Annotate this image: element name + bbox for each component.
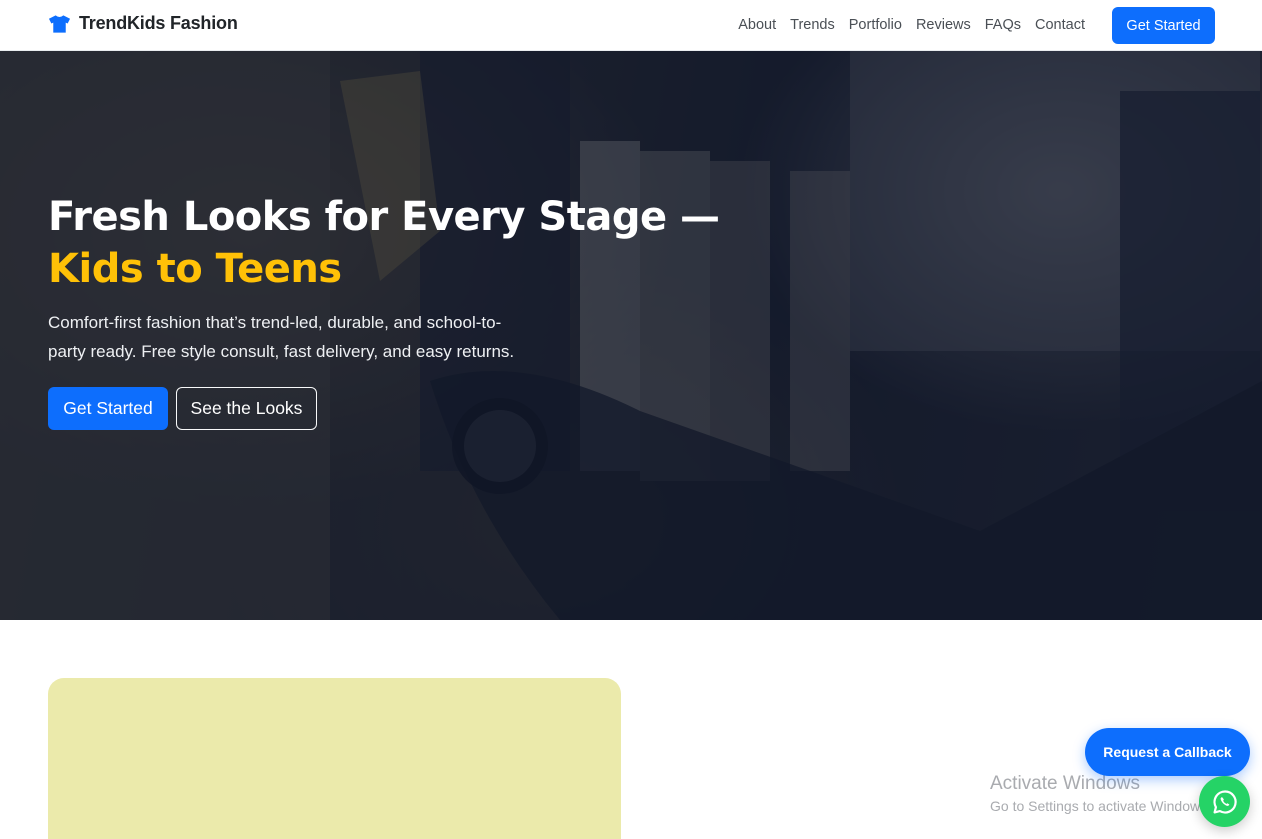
- whatsapp-icon: [1212, 789, 1238, 815]
- nav-link-reviews[interactable]: Reviews: [909, 17, 978, 33]
- nav-link-contact[interactable]: Contact: [1028, 17, 1092, 33]
- hero-section: Fresh Looks for Every Stage — Kids to Te…: [0, 51, 1262, 620]
- brand-name: TrendKids Fashion: [79, 13, 238, 33]
- see-the-looks-button[interactable]: See the Looks: [176, 387, 317, 430]
- whatsapp-button[interactable]: [1199, 776, 1250, 827]
- tshirt-icon: [48, 14, 71, 34]
- featured-image-card: [48, 678, 621, 839]
- hero-title-accent: Kids to Teens: [48, 246, 342, 292]
- nav-link-about[interactable]: About: [731, 17, 783, 33]
- brand-logo-link[interactable]: TrendKids Fashion: [48, 13, 238, 34]
- hero-title: Fresh Looks for Every Stage — Kids to Te…: [48, 191, 828, 295]
- nav-link-portfolio[interactable]: Portfolio: [842, 17, 909, 33]
- navbar: TrendKids Fashion About Trends Portfolio…: [0, 0, 1262, 51]
- nav-get-started-button[interactable]: Get Started: [1112, 7, 1215, 44]
- hero-subtitle: Comfort-first fashion that’s trend-led, …: [48, 313, 515, 361]
- watermark-subtitle: Go to Settings to activate Windows.: [990, 798, 1211, 814]
- request-callback-button[interactable]: Request a Callback: [1085, 728, 1250, 776]
- nav-link-trends[interactable]: Trends: [783, 17, 842, 33]
- hero-title-main: Fresh Looks for Every Stage —: [48, 194, 720, 240]
- hero-get-started-button[interactable]: Get Started: [48, 387, 168, 430]
- nav-link-faqs[interactable]: FAQs: [978, 17, 1028, 33]
- nav-links: About Trends Portfolio Reviews FAQs Cont…: [731, 17, 1092, 33]
- activate-windows-watermark: Activate Windows Go to Settings to activ…: [990, 772, 1211, 816]
